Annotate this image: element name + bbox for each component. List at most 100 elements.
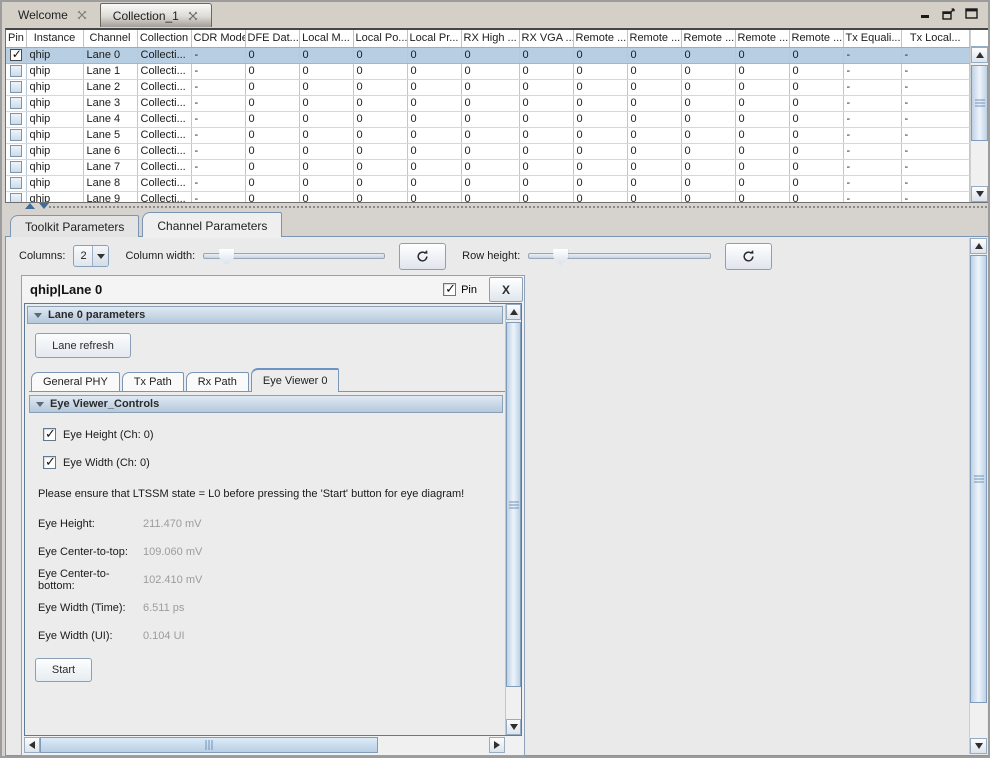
table-cell[interactable]: Collecti...: [137, 191, 191, 202]
table-cell[interactable]: 0: [789, 111, 843, 127]
table-row[interactable]: qhipLane 3Collecti...-00000000000--: [6, 95, 970, 111]
scroll-right-icon[interactable]: [489, 737, 505, 753]
table-cell[interactable]: -: [191, 175, 245, 191]
table-cell[interactable]: -: [191, 159, 245, 175]
table-cell[interactable]: 0: [735, 159, 789, 175]
table-cell[interactable]: -: [191, 95, 245, 111]
split-pane-divider[interactable]: [5, 203, 989, 212]
table-cell[interactable]: 0: [681, 143, 735, 159]
pin-checkbox[interactable]: [10, 81, 22, 93]
row-height-slider[interactable]: [528, 248, 711, 264]
table-cell[interactable]: 0: [353, 191, 407, 202]
table-cell[interactable]: 0: [519, 63, 573, 79]
table-cell[interactable]: 0: [627, 47, 681, 63]
table-cell[interactable]: 0: [735, 63, 789, 79]
table-cell[interactable]: 0: [245, 175, 299, 191]
table-cell[interactable]: 0: [789, 79, 843, 95]
table-cell[interactable]: -: [843, 79, 901, 95]
table-cell[interactable]: 0: [461, 175, 519, 191]
column-header-cdr-mode[interactable]: CDR Mode: [191, 30, 245, 47]
table-cell[interactable]: Lane 7: [83, 159, 137, 175]
table-cell[interactable]: 0: [735, 111, 789, 127]
table-cell[interactable]: 0: [407, 127, 461, 143]
table-cell[interactable]: 0: [407, 63, 461, 79]
scrollbar-thumb[interactable]: [40, 737, 378, 753]
table-cell[interactable]: -: [191, 111, 245, 127]
table-cell[interactable]: 0: [627, 143, 681, 159]
table-cell[interactable]: 0: [627, 159, 681, 175]
table-row[interactable]: qhipLane 8Collecti...-00000000000--: [6, 175, 970, 191]
table-cell[interactable]: 0: [299, 191, 353, 202]
table-cell[interactable]: Collecti...: [137, 175, 191, 191]
pin-checkbox[interactable]: [10, 177, 22, 189]
table-cell[interactable]: -: [191, 63, 245, 79]
table-cell[interactable]: 0: [407, 159, 461, 175]
table-cell[interactable]: qhip: [26, 175, 83, 191]
table-cell[interactable]: -: [901, 111, 970, 127]
scroll-up-icon[interactable]: [970, 238, 987, 254]
table-cell[interactable]: Lane 8: [83, 175, 137, 191]
tab-tx-path[interactable]: Tx Path: [122, 372, 184, 391]
table-cell[interactable]: 0: [573, 111, 627, 127]
table-cell[interactable]: 0: [299, 111, 353, 127]
table-cell[interactable]: Lane 6: [83, 143, 137, 159]
table-cell[interactable]: -: [843, 159, 901, 175]
table-cell[interactable]: Collecti...: [137, 159, 191, 175]
table-cell[interactable]: 0: [245, 127, 299, 143]
table-cell[interactable]: 0: [681, 159, 735, 175]
table-cell[interactable]: 0: [519, 191, 573, 202]
table-cell[interactable]: 0: [681, 95, 735, 111]
table-cell[interactable]: 0: [573, 127, 627, 143]
eye-viewer-controls-section-header[interactable]: Eye Viewer_Controls: [29, 395, 503, 413]
lane-refresh-button[interactable]: Lane refresh: [35, 333, 131, 358]
table-cell[interactable]: 0: [573, 143, 627, 159]
table-cell[interactable]: 0: [353, 143, 407, 159]
column-header-remote[interactable]: Remote ...: [573, 30, 627, 47]
table-cell[interactable]: Collecti...: [137, 111, 191, 127]
table-cell[interactable]: 0: [299, 79, 353, 95]
table-cell[interactable]: 0: [627, 79, 681, 95]
table-cell[interactable]: Lane 4: [83, 111, 137, 127]
table-cell[interactable]: 0: [735, 47, 789, 63]
tab-general-phy[interactable]: General PHY: [31, 372, 120, 391]
eye-checkbox[interactable]: [43, 456, 56, 469]
column-header-pin[interactable]: Pin: [6, 30, 26, 47]
column-header-remote[interactable]: Remote ...: [627, 30, 681, 47]
column-header-collection[interactable]: Collection: [137, 30, 191, 47]
table-cell[interactable]: Lane 2: [83, 79, 137, 95]
table-cell[interactable]: 0: [407, 47, 461, 63]
table-cell[interactable]: 0: [299, 143, 353, 159]
table-cell[interactable]: 0: [461, 143, 519, 159]
table-cell[interactable]: -: [191, 143, 245, 159]
table-cell[interactable]: 0: [519, 175, 573, 191]
row-height-refresh-button[interactable]: [725, 243, 772, 270]
table-cell[interactable]: 0: [407, 191, 461, 202]
table-cell[interactable]: 0: [353, 127, 407, 143]
table-cell[interactable]: 0: [353, 111, 407, 127]
column-header-remote[interactable]: Remote ...: [735, 30, 789, 47]
table-cell[interactable]: 0: [461, 95, 519, 111]
chevron-down-icon[interactable]: [92, 246, 108, 266]
scroll-down-icon[interactable]: [971, 186, 988, 202]
column-header-channel[interactable]: Channel: [83, 30, 137, 47]
table-vertical-scrollbar[interactable]: [970, 30, 988, 202]
table-row[interactable]: qhipLane 6Collecti...-00000000000--: [6, 143, 970, 159]
scroll-down-icon[interactable]: [506, 719, 521, 735]
scrollbar-track[interactable]: [971, 63, 988, 186]
table-cell[interactable]: 0: [735, 143, 789, 159]
table-cell[interactable]: qhip: [26, 79, 83, 95]
float-icon[interactable]: [941, 7, 955, 20]
table-cell[interactable]: 0: [245, 47, 299, 63]
table-cell[interactable]: 0: [461, 47, 519, 63]
table-cell[interactable]: 0: [407, 143, 461, 159]
table-cell[interactable]: 0: [299, 159, 353, 175]
table-cell[interactable]: 0: [681, 111, 735, 127]
table-cell[interactable]: 0: [461, 159, 519, 175]
table-cell[interactable]: 0: [519, 143, 573, 159]
table-row[interactable]: qhipLane 9Collecti...-00000000000--: [6, 191, 970, 202]
column-header-rx-vga[interactable]: RX VGA ...: [519, 30, 573, 47]
table-cell[interactable]: 0: [573, 95, 627, 111]
table-cell[interactable]: -: [843, 175, 901, 191]
table-cell[interactable]: -: [901, 127, 970, 143]
table-cell[interactable]: 0: [681, 79, 735, 95]
